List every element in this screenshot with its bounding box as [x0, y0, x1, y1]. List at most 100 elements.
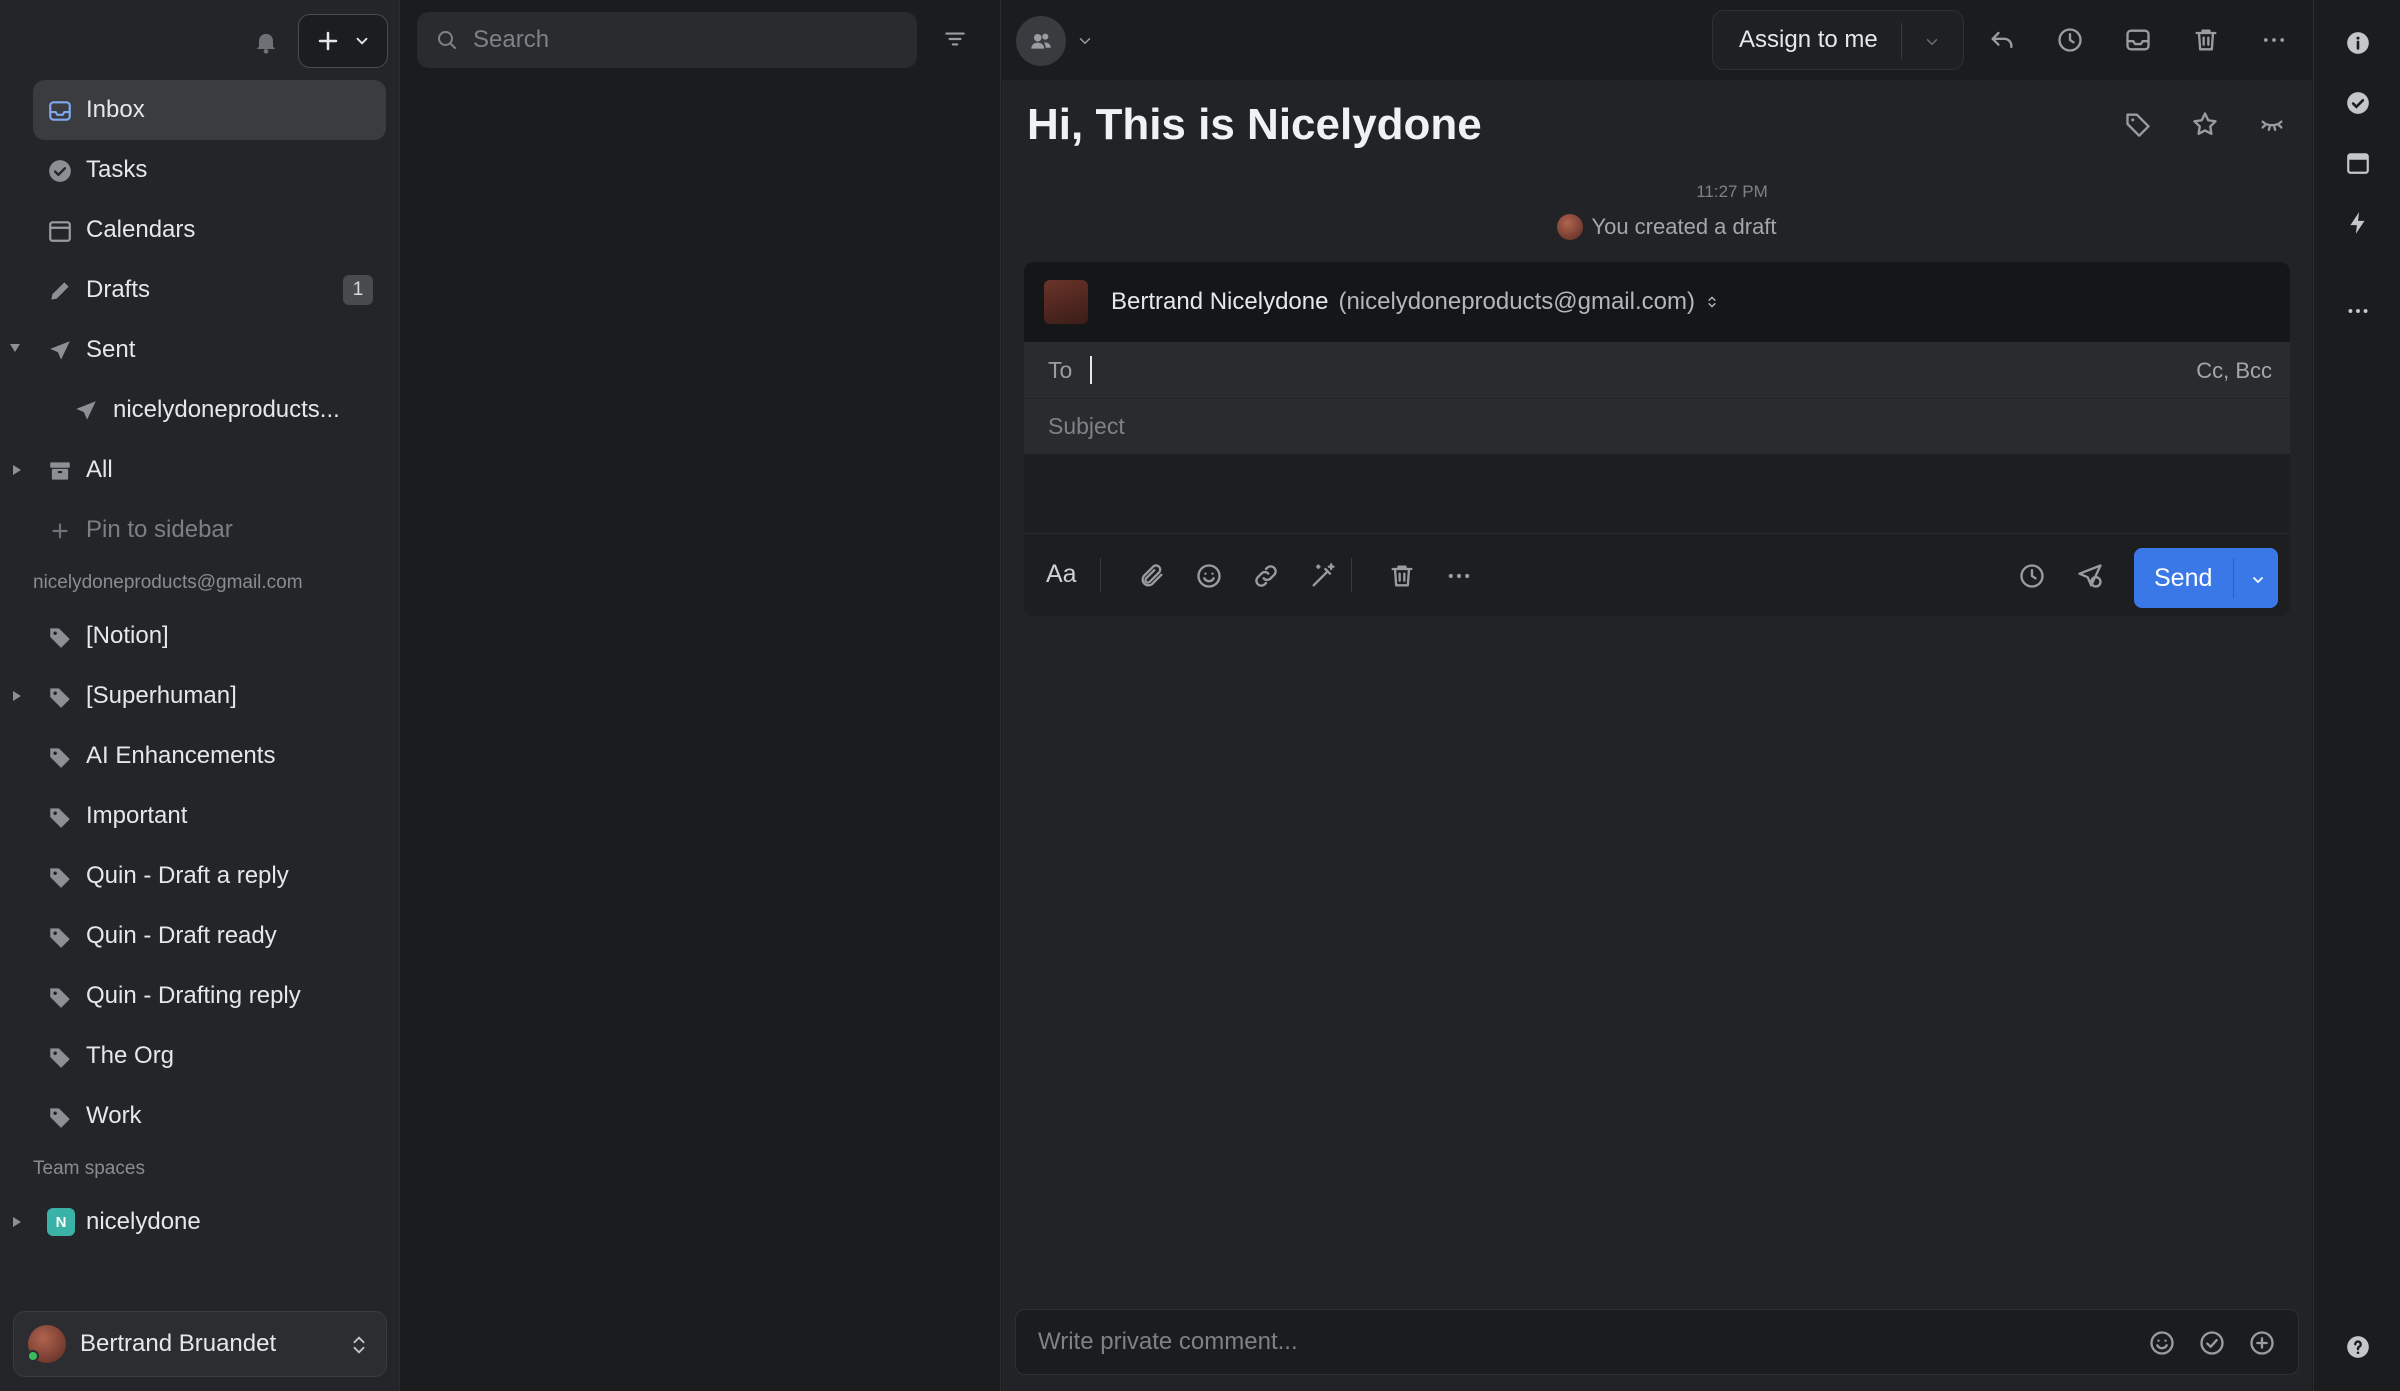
send-label: Send [2154, 563, 2213, 592]
sidebar-label-ai-enhancements[interactable]: AI Enhancements [0, 726, 399, 786]
lightning-icon[interactable] [2345, 210, 2371, 236]
up-down-chevron-icon [348, 1332, 370, 1358]
chevron-down-icon[interactable] [1923, 33, 1941, 51]
sidebar-item-inbox[interactable]: Inbox [33, 80, 386, 140]
expand-caret-icon[interactable] [13, 465, 21, 475]
plus-icon [318, 31, 337, 51]
sidebar-label-notion[interactable]: [Notion] [0, 606, 399, 666]
sidebar-label-quin-draft-ready[interactable]: Quin - Draft ready [0, 906, 399, 966]
sidebar-label-the-org[interactable]: The Org [0, 1026, 399, 1086]
tag-icon [47, 1104, 73, 1130]
trash-icon[interactable] [2192, 26, 2220, 54]
schedule-send-clock-icon[interactable] [2018, 562, 2046, 590]
from-name: Bertrand Nicelydone [1111, 288, 1329, 315]
activity-text: You created a draft [1591, 214, 1777, 239]
emoji-icon[interactable] [2148, 1329, 2176, 1357]
sidebar-item-sent[interactable]: Sent [0, 320, 399, 380]
discard-draft-trash-icon[interactable] [1388, 562, 1416, 590]
team-spaces-label: Team spaces [33, 1158, 145, 1179]
link-icon[interactable] [1252, 562, 1280, 590]
sidebar-item-tasks[interactable]: Tasks [0, 140, 399, 200]
chevron-down-icon[interactable] [2250, 572, 2266, 588]
check-circle-icon[interactable] [2198, 1329, 2226, 1357]
send-icon [47, 338, 73, 364]
tag-icon [47, 684, 73, 710]
cc-bcc-button[interactable]: Cc, Bcc [2196, 358, 2272, 384]
sidebar-label-superhuman[interactable]: [Superhuman] [0, 666, 399, 726]
tasks-check-icon[interactable] [2345, 90, 2371, 116]
tag-icon [47, 624, 73, 650]
thread-subject: Hi, This is Nicelydone [1027, 100, 1482, 149]
sidebar-item-sent-account[interactable]: nicelydoneproducts... [0, 380, 399, 440]
pencil-icon [47, 278, 73, 304]
reply-icon[interactable] [1988, 26, 2016, 54]
account-section-label: nicelydoneproducts@gmail.com [33, 572, 303, 593]
sidebar-item-label: Quin - Drafting reply [86, 982, 301, 1009]
sidebar-label-quin-draft-a-reply[interactable]: Quin - Draft a reply [0, 846, 399, 906]
attachment-icon[interactable] [1138, 562, 1166, 590]
sidebar-header [0, 0, 399, 80]
collapse-icon[interactable] [2258, 110, 2286, 138]
expand-caret-icon[interactable] [13, 1217, 21, 1227]
people-icon [1031, 33, 1051, 49]
sidebar-item-team-space[interactable]: N nicelydone [0, 1192, 399, 1252]
online-status-dot [27, 1350, 39, 1362]
search-input[interactable]: Search [417, 12, 917, 68]
tag-icon [47, 864, 73, 890]
expand-caret-icon[interactable] [10, 344, 20, 352]
assign-to-me-button[interactable]: Assign to me [1712, 10, 1964, 70]
private-comment-input[interactable]: Write private comment... [1015, 1309, 2299, 1375]
sidebar-item-label: Important [86, 802, 188, 829]
sidebar-label-work[interactable]: Work [0, 1086, 399, 1146]
sidebar-item-calendars[interactable]: Calendars [0, 200, 399, 260]
more-options-icon[interactable] [2260, 26, 2288, 54]
team-space-avatar: N [47, 1208, 75, 1236]
subject-input[interactable]: Subject [1024, 398, 2290, 454]
tag-icon [47, 1044, 73, 1070]
expand-caret-icon[interactable] [13, 691, 21, 701]
sidebar-item-label: nicelydone [86, 1208, 201, 1235]
send-later-reminder-icon[interactable] [2076, 562, 2104, 590]
sidebar-item-label: AI Enhancements [86, 742, 276, 769]
calendar-icon[interactable] [2345, 150, 2371, 176]
filter-icon[interactable] [942, 26, 968, 52]
bell-icon[interactable] [252, 28, 280, 56]
more-options-icon[interactable] [1445, 562, 1473, 590]
label-tag-icon[interactable] [2124, 110, 2152, 138]
send-button[interactable]: Send [2134, 548, 2278, 608]
sidebar-item-label: nicelydoneproducts... [113, 396, 340, 423]
subject-placeholder: Subject [1048, 413, 1125, 439]
ai-write-wand-icon[interactable] [1309, 562, 1337, 590]
sidebar-item-all[interactable]: All [0, 440, 399, 500]
compose-button[interactable] [298, 14, 388, 68]
more-options-icon[interactable] [2345, 298, 2371, 324]
archive-inbox-icon[interactable] [2124, 26, 2152, 54]
message-body-editor[interactable] [1024, 454, 2290, 534]
chevron-down-icon[interactable] [1076, 32, 1094, 50]
calendar-icon [47, 218, 73, 244]
share-people-button[interactable] [1016, 16, 1066, 66]
add-circle-icon[interactable] [2248, 1329, 2276, 1357]
task-check-icon [47, 158, 73, 184]
to-field[interactable]: To Cc, Bcc [1024, 342, 2290, 398]
draft-composer: Bertrand Nicelydone (nicelydoneproducts@… [1024, 262, 2290, 616]
assign-label: Assign to me [1739, 26, 1878, 53]
sidebar-item-label: Inbox [86, 96, 145, 123]
from-selector[interactable]: Bertrand Nicelydone (nicelydoneproducts@… [1024, 262, 2290, 342]
search-placeholder: Search [473, 26, 550, 53]
star-icon[interactable] [2191, 110, 2219, 138]
sidebar-label-important[interactable]: Important [0, 786, 399, 846]
sidebar-item-label: Drafts [86, 276, 151, 303]
snooze-clock-icon[interactable] [2056, 26, 2084, 54]
info-icon[interactable] [2345, 30, 2371, 56]
pin-to-sidebar-button[interactable]: Pin to sidebar [0, 500, 399, 560]
help-icon[interactable] [2345, 1334, 2371, 1360]
comment-placeholder: Write private comment... [1038, 1328, 1298, 1355]
user-switcher-button[interactable]: Bertrand Bruandet [13, 1311, 387, 1377]
text-cursor [1090, 356, 1093, 384]
emoji-icon[interactable] [1195, 562, 1223, 590]
sidebar-item-drafts[interactable]: Drafts 1 [0, 260, 399, 320]
search-icon [435, 28, 459, 52]
sidebar-label-quin-drafting-reply[interactable]: Quin - Drafting reply [0, 966, 399, 1026]
text-format-button[interactable]: Aa [1046, 560, 1077, 589]
